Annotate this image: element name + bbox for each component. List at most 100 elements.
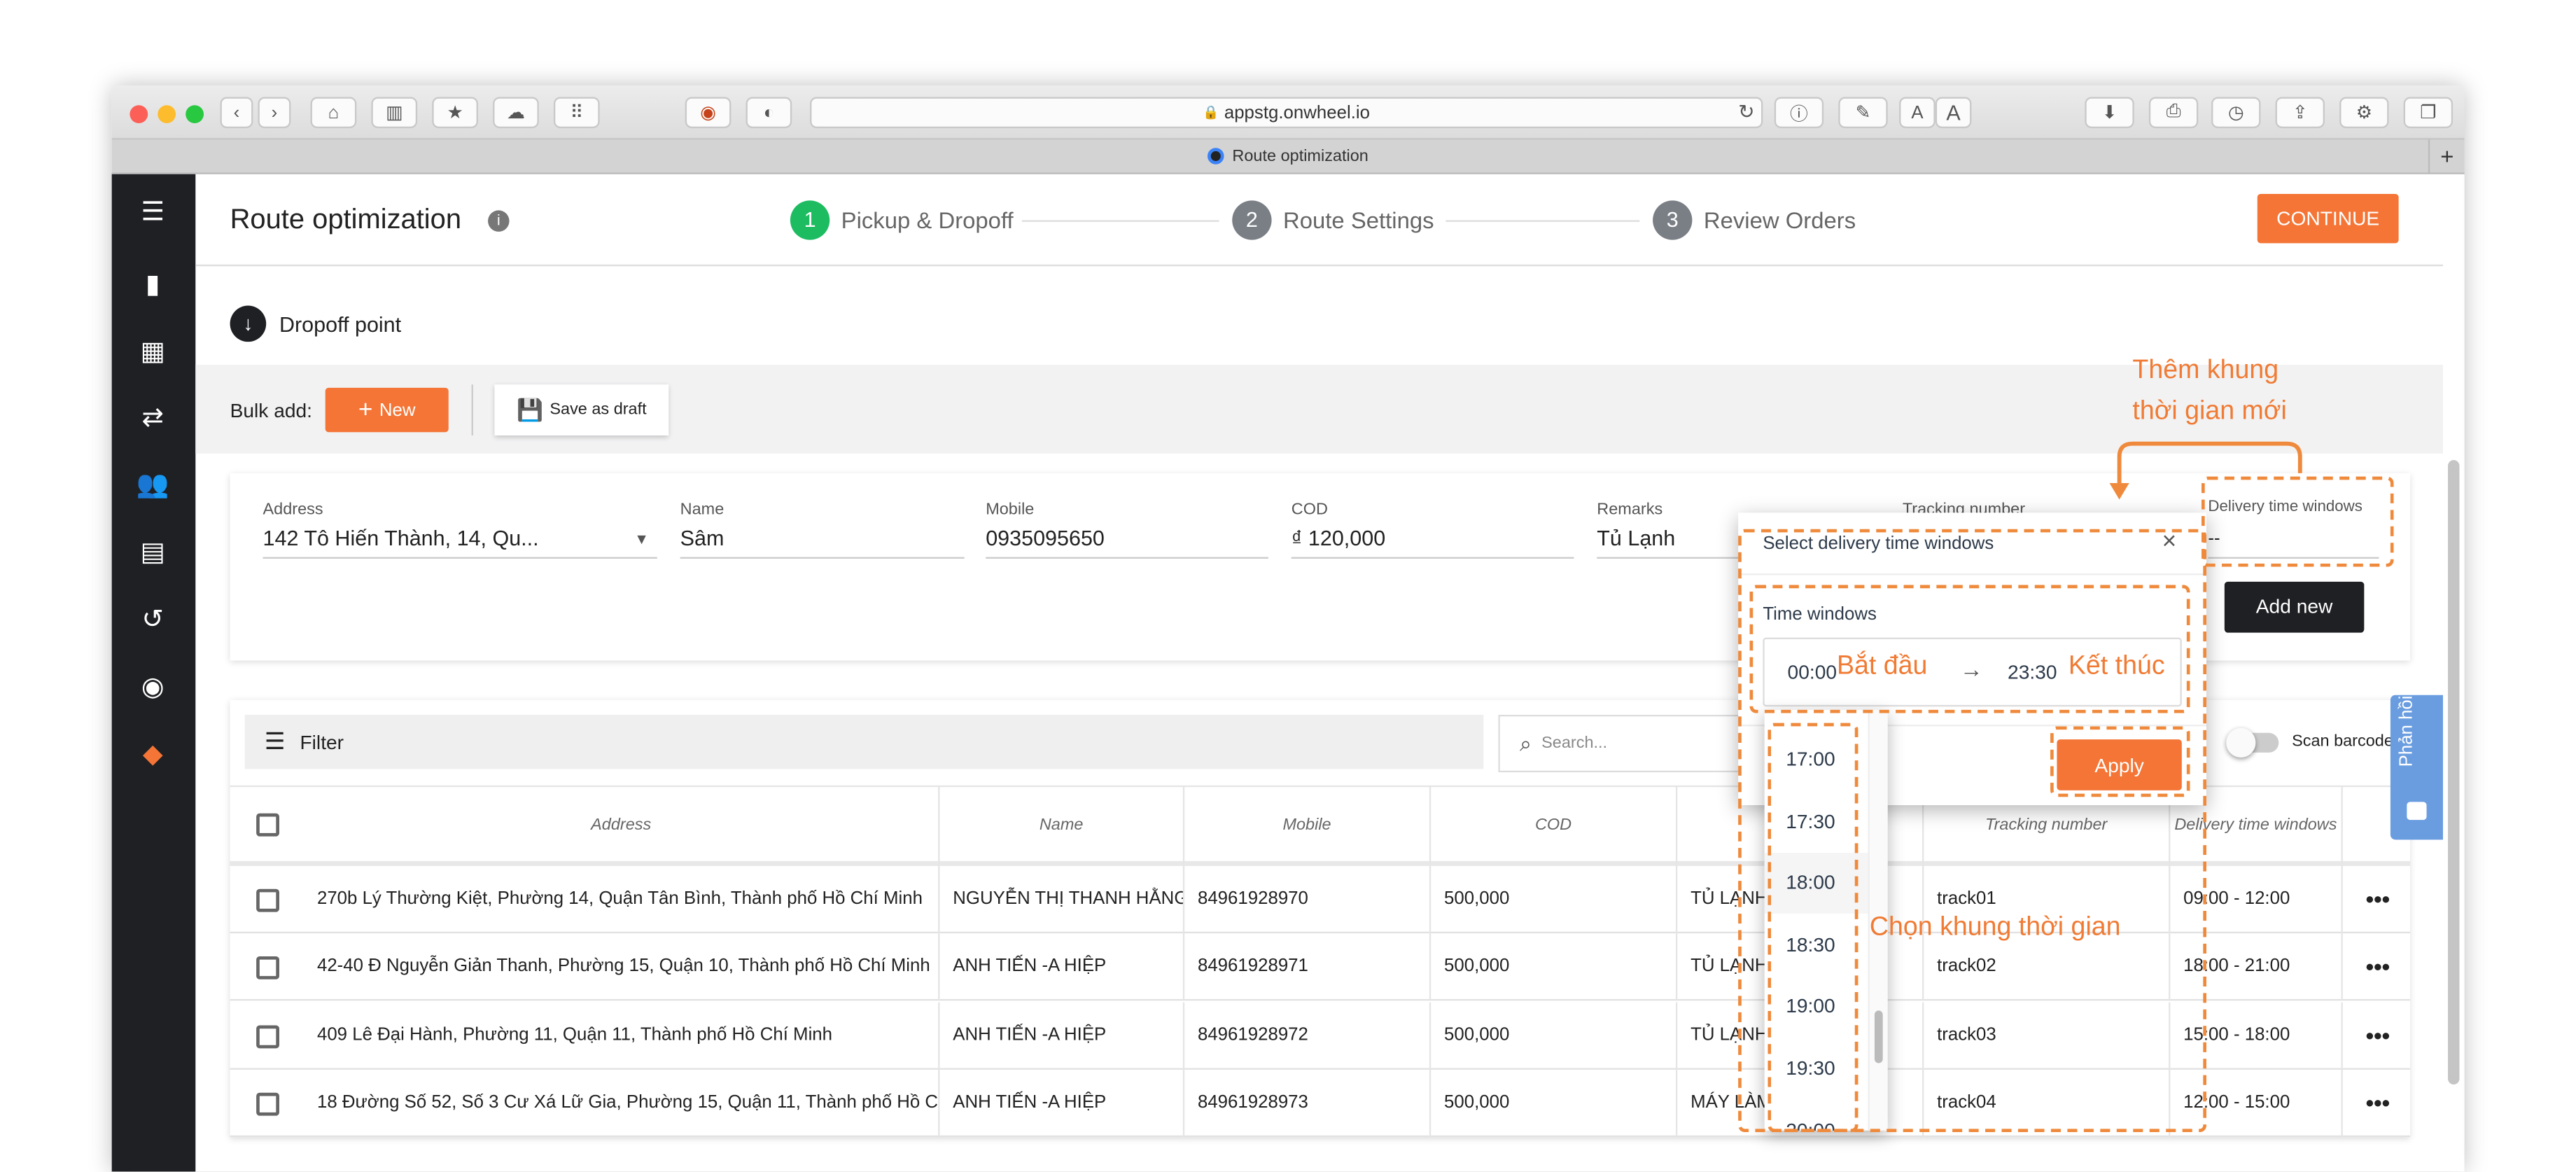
grid-icon[interactable]: ⠿ <box>553 97 600 129</box>
new-button[interactable]: + New <box>325 387 449 433</box>
info-icon[interactable]: i <box>488 210 510 232</box>
address-label: Address <box>262 501 323 519</box>
history-icon[interactable]: ↺ <box>134 603 171 639</box>
feedback-tab[interactable]: Phản hồi <box>2390 695 2443 840</box>
column-header[interactable]: COD <box>1431 785 1678 866</box>
print-icon[interactable]: ⎙ <box>2148 97 2199 129</box>
menu-icon[interactable]: ☰ <box>134 195 171 232</box>
tabs-icon[interactable]: ❐ <box>2403 97 2454 129</box>
arrow-down-icon: ↓ <box>230 305 267 342</box>
step-1-label[interactable]: Pickup & Dropoff <box>841 207 1014 234</box>
bookmark-icon[interactable]: ▮ <box>134 268 171 305</box>
remarks-label: Remarks <box>1597 501 1663 519</box>
cloud-icon[interactable]: ☁ <box>493 97 539 129</box>
reload-icon[interactable]: ↻ <box>1738 100 1755 123</box>
column-header[interactable]: Name <box>939 785 1185 866</box>
history-icon[interactable]: ◷ <box>2211 97 2261 129</box>
more-actions-icon[interactable]: ••• <box>2366 954 2390 980</box>
feedback-label: Phản hồi <box>2397 695 2417 767</box>
annotation-arrow <box>2109 441 2302 500</box>
more-actions-icon[interactable]: ••• <box>2366 1089 2390 1116</box>
step-1-number[interactable]: 1 <box>790 200 830 240</box>
select-all-checkbox[interactable] <box>256 813 279 837</box>
settings-icon[interactable]: ⚙ <box>2339 97 2389 129</box>
step-2-label[interactable]: Route Settings <box>1283 207 1434 234</box>
continue-button[interactable]: CONTINUE <box>2257 193 2399 244</box>
page-title: Route optimization <box>230 204 462 235</box>
scan-barcode-toggle[interactable] <box>2226 727 2279 758</box>
scan-barcode-label: Scan barcode <box>2292 732 2393 751</box>
cod-field[interactable]: ₫ 120,000 <box>1291 522 1574 559</box>
cell-cod: 500,000 <box>1431 865 1678 934</box>
cell-name: ANH TIẾN -A HIỆP <box>939 1001 1185 1069</box>
row-checkbox[interactable] <box>256 1092 279 1116</box>
cell-name: ANH TIẾN -A HIỆP <box>939 1069 1185 1137</box>
zoom-window-button[interactable] <box>186 105 204 124</box>
row-checkbox[interactable] <box>256 1024 279 1048</box>
step-connector <box>1446 220 1640 222</box>
font-smaller-button[interactable]: A <box>1899 97 1935 129</box>
divider <box>471 384 473 435</box>
dashboard-icon[interactable]: ▦ <box>134 335 171 372</box>
cell-address: 42-40 Đ Nguyễn Giản Thanh, Phường 15, Qu… <box>304 933 940 1002</box>
home-icon[interactable]: ⌂ <box>310 97 357 129</box>
cell-address: 409 Lê Đại Hành, Phường 11, Quận 11, Thà… <box>304 1001 940 1069</box>
step-3-number[interactable]: 3 <box>1653 200 1693 240</box>
extension-icon[interactable]: ◉ <box>685 97 732 129</box>
filter-button[interactable]: ☰ Filter <box>244 714 1484 769</box>
address-bar[interactable]: 🔒 appstg.onwheel.io <box>810 97 1763 129</box>
directions-icon[interactable]: ◆ <box>134 738 171 774</box>
url-text: appstg.onwheel.io <box>1224 102 1370 123</box>
shield-icon[interactable]: ◐ <box>746 97 792 129</box>
cell-address: 270b Lý Thường Kiệt, Phường 14, Quận Tân… <box>304 865 940 934</box>
step-2-number[interactable]: 2 <box>1232 200 1272 240</box>
edit-icon[interactable]: ✎ <box>1838 97 1888 129</box>
cell-cod: 500,000 <box>1431 933 1678 1002</box>
more-actions-icon[interactable]: ••• <box>2366 886 2390 912</box>
library-icon[interactable]: ▤ <box>134 536 171 572</box>
cell-name: ANH TIẾN -A HIỆP <box>939 933 1185 1002</box>
account-icon[interactable]: ◉ <box>134 671 171 707</box>
swap-icon[interactable]: ⇄ <box>134 401 171 438</box>
mobile-label: Mobile <box>986 501 1035 519</box>
mobile-field[interactable]: 0935095650 <box>986 522 1268 559</box>
filter-icon: ☰ <box>264 727 286 755</box>
add-new-button[interactable]: Add new <box>2224 581 2365 633</box>
step-3-label[interactable]: Review Orders <box>1704 207 1856 234</box>
more-actions-icon[interactable]: ••• <box>2366 1021 2390 1048</box>
browser-toolbar: ‹ › ⌂ ▥ ★ ☁ ⠿ ◉ ◐ 🔒 appstg.onwheel.io ↻ ⓘ… <box>111 85 2465 140</box>
save-draft-label: Save as draft <box>550 400 647 419</box>
search-input[interactable]: ⌕ Search... <box>1498 714 1761 773</box>
minimize-window-button[interactable] <box>158 105 176 124</box>
forward-icon[interactable]: › <box>258 97 291 129</box>
font-larger-button[interactable]: A <box>1935 97 1972 129</box>
plus-icon: + <box>358 396 373 424</box>
section-title: Dropoff point <box>279 312 402 337</box>
cell-mobile: 84961928970 <box>1184 865 1432 934</box>
address-field[interactable]: 142 Tô Hiến Thành, 14, Qu... ▼ <box>262 522 657 559</box>
page-scrollbar[interactable] <box>2448 460 2460 1085</box>
info-icon[interactable]: ⓘ <box>1774 97 1824 129</box>
back-icon[interactable]: ‹ <box>220 97 253 129</box>
download-icon[interactable]: ⬇ <box>2085 97 2134 129</box>
cell-name: NGUYỄN THỊ THANH HẰNG <box>939 865 1185 934</box>
save-draft-button[interactable]: 💾 Save as draft <box>494 384 669 435</box>
annotation-end: Kết thúc <box>2068 652 2165 681</box>
sidebar-icon[interactable]: ▥ <box>371 97 418 129</box>
bookmarks-icon[interactable]: ★ <box>432 97 478 129</box>
lock-icon: 🔒 <box>1203 105 1219 120</box>
column-header[interactable]: Address <box>304 785 940 866</box>
share-icon[interactable]: ⇪ <box>2275 97 2325 129</box>
annotation-box-apply <box>2050 726 2190 797</box>
save-icon: 💾 <box>516 396 543 422</box>
row-checkbox[interactable] <box>256 888 279 912</box>
name-field[interactable]: Sâm <box>680 522 965 559</box>
people-icon[interactable]: 👥 <box>134 468 171 505</box>
browser-tab[interactable]: Route optimization + <box>111 139 2465 174</box>
cell-mobile: 84961928972 <box>1184 1001 1432 1069</box>
annotation-box-options <box>1768 723 1858 1133</box>
new-tab-button[interactable]: + <box>2428 139 2465 174</box>
row-checkbox[interactable] <box>256 956 279 980</box>
close-window-button[interactable] <box>130 105 148 124</box>
column-header[interactable]: Mobile <box>1184 785 1432 866</box>
